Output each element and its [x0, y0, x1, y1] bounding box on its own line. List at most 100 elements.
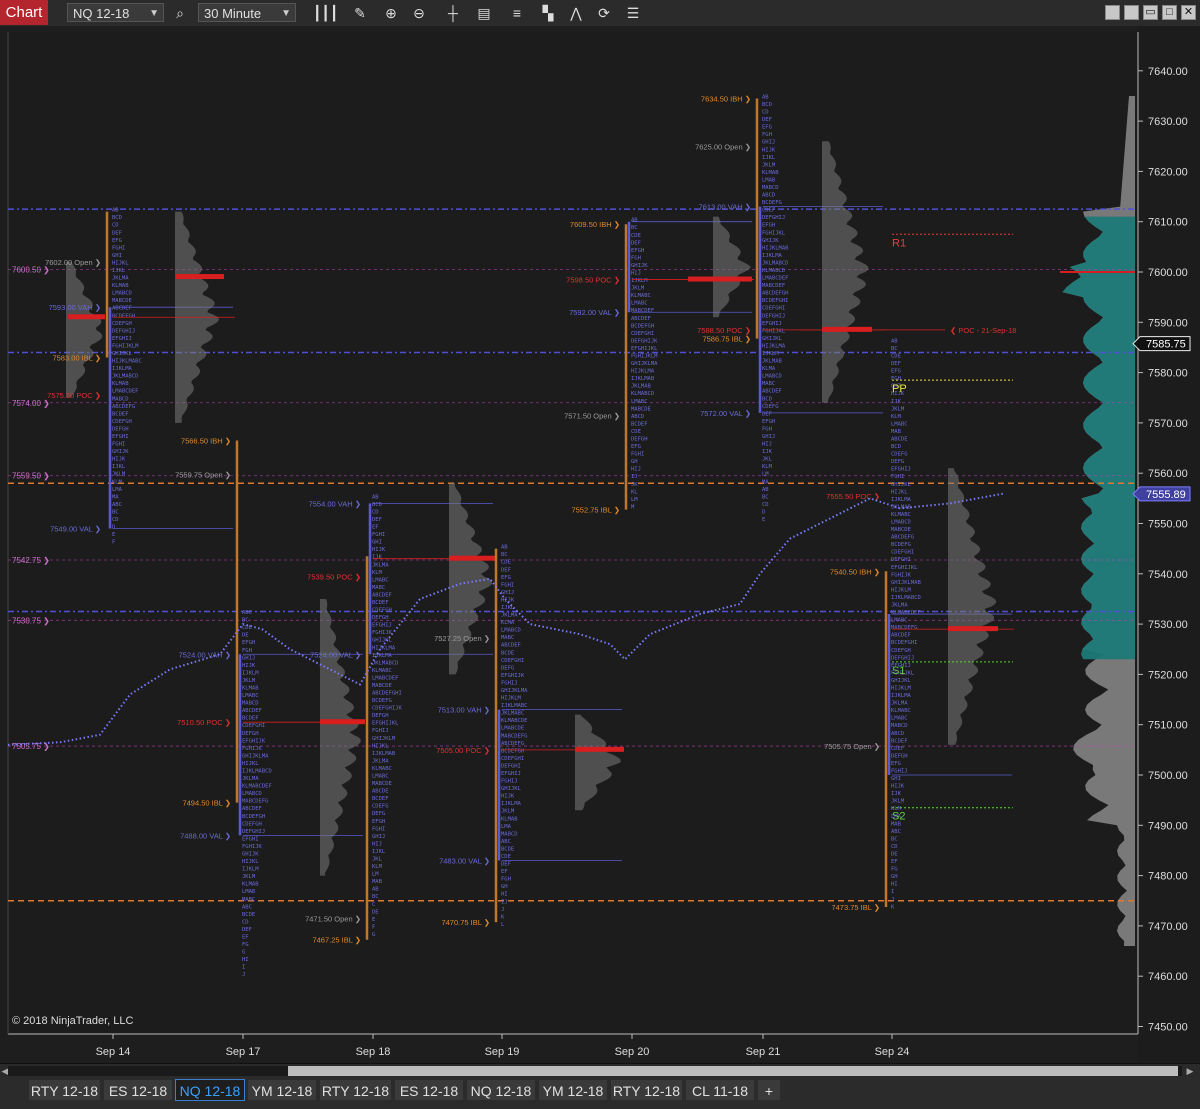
- tpo-row: F: [112, 540, 115, 546]
- tpo-row: LMABCD: [891, 520, 911, 526]
- poc-bar: [822, 326, 872, 332]
- instrument-tab[interactable]: YM 12-18: [247, 1079, 317, 1101]
- tpo-row: KLMABCDEF: [891, 610, 921, 616]
- tpo-row: JKLM: [501, 809, 515, 815]
- tpo-row: HI: [242, 957, 249, 963]
- instrument-tab[interactable]: NQ 12-18: [175, 1079, 245, 1101]
- draw-pencil-icon[interactable]: ✎: [350, 3, 370, 23]
- search-icon[interactable]: ⌕: [170, 3, 190, 23]
- annotation-label: 7625.00 Open ❯: [695, 142, 751, 151]
- tpo-row: LMA: [112, 487, 123, 493]
- interval-selector[interactable]: 30 Minute ▼: [198, 3, 296, 22]
- tpo-row: ABCDEFG: [501, 741, 524, 747]
- tpo-row: GHIJKL: [112, 351, 133, 357]
- tpo-row: IJ: [501, 899, 508, 905]
- tpo-row: LM: [631, 497, 638, 503]
- tpo-row: LMABC: [242, 693, 259, 699]
- instrument-tab[interactable]: RTY 12-18: [610, 1079, 683, 1101]
- annotation-label: 7524.00 VAL ❯: [310, 650, 361, 659]
- chart-title-label[interactable]: Chart: [0, 0, 48, 25]
- restore-icon[interactable]: [1124, 5, 1139, 20]
- chart-panel[interactable]: 7640.00 7630.00 7620.00 7610.00 7600.00 7590.…: [0, 26, 1200, 1063]
- tpo-row: FGHIJ: [891, 768, 908, 774]
- tpo-row: JKLM: [112, 472, 126, 478]
- tpo-row: EFGH: [762, 419, 775, 425]
- tpo-row: BCDEFGH: [112, 313, 135, 319]
- instrument-tab[interactable]: YM 12-18: [538, 1079, 608, 1101]
- tpo-row: BC: [112, 509, 119, 515]
- tpo-row: FGH: [762, 132, 772, 138]
- tpo-row: HIJ: [631, 467, 641, 473]
- strategies-icon[interactable]: ▚: [538, 3, 558, 23]
- tpo-row: DEFGH: [242, 731, 259, 737]
- minimize-icon[interactable]: [1105, 5, 1120, 20]
- poc-bar: [575, 746, 624, 752]
- tpo-row: IJK: [372, 555, 383, 561]
- instrument-tab[interactable]: ES 12-18: [394, 1079, 464, 1101]
- market-profile-chart[interactable]: 7640.00 7630.00 7620.00 7610.00 7600.00 7590.…: [0, 26, 1200, 1063]
- price-tick-label: 7570.00: [1148, 418, 1188, 430]
- tpo-row: JKLM: [242, 874, 256, 880]
- tpo-row: JKLMAB: [762, 359, 783, 365]
- tpo-row: JKLMAB: [891, 504, 912, 510]
- indicators-icon[interactable]: ≡: [507, 3, 527, 23]
- horizontal-scrollbar[interactable]: ◀ ▶: [0, 1063, 1200, 1078]
- tpo-row: BCDEF: [112, 411, 129, 417]
- tpo-row: BC: [501, 552, 508, 558]
- instrument-tab[interactable]: RTY 12-18: [28, 1079, 101, 1101]
- window-close-icon[interactable]: ✕: [1181, 5, 1196, 20]
- tpo-row: CD: [112, 223, 119, 229]
- tpo-row: JKLMA: [891, 701, 908, 707]
- tpo-row: IJKLM: [242, 867, 259, 873]
- instrument-tab[interactable]: NQ 12-18: [466, 1079, 536, 1101]
- scroll-right-icon[interactable]: ▶: [1185, 1065, 1195, 1077]
- tpo-row: AB: [762, 487, 769, 493]
- tpo-row: CD: [891, 844, 898, 850]
- zoom-in-icon[interactable]: ⊕: [381, 3, 401, 23]
- instrument-tab[interactable]: CL 11-18: [685, 1079, 755, 1101]
- instrument-tab[interactable]: RTY 12-18: [319, 1079, 392, 1101]
- tpo-row: FGH: [762, 426, 772, 432]
- tpo-row: EFGH: [762, 223, 775, 229]
- price-tick-label: 7640.00: [1148, 66, 1188, 78]
- tpo-row: DEF: [762, 411, 772, 417]
- add-tab-button[interactable]: +: [757, 1079, 781, 1101]
- pivot-label: S1: [892, 665, 905, 677]
- tpo-row: KLMAB: [242, 685, 259, 691]
- tpo-row: ABCDEF: [891, 633, 911, 639]
- tpo-row: EFGHIJKL: [631, 346, 658, 352]
- pivot-label: S2: [892, 811, 905, 823]
- left-level-tag: 7530.75 ❯: [12, 616, 50, 625]
- tpo-row: BCD: [762, 102, 772, 108]
- tpo-row: HIJKLMA: [372, 645, 396, 651]
- price-tick-label: 7620.00: [1148, 166, 1188, 178]
- bar-type-icon[interactable]: ┃┃┃: [313, 3, 338, 23]
- crosshair-icon[interactable]: ┼: [443, 3, 463, 23]
- tpo-row: ABC: [501, 839, 511, 845]
- tpo-row: E: [762, 517, 765, 523]
- tpo-row: MABCD: [762, 185, 779, 191]
- scroll-thumb[interactable]: [288, 1066, 1178, 1076]
- close-icon[interactable]: □: [1162, 5, 1177, 20]
- maximize-icon[interactable]: ▭: [1143, 5, 1158, 20]
- tpo-row: GHIJ: [762, 434, 775, 440]
- annotation-label: 7552.75 IBL ❯: [571, 506, 620, 515]
- tpo-row: DEF: [762, 117, 772, 123]
- copyright-text: © 2018 NinjaTrader, LLC: [12, 1015, 133, 1027]
- zoom-out-icon[interactable]: ⊖: [409, 3, 429, 23]
- tpo-row: FGHI: [501, 582, 514, 588]
- tpo-row: CDE: [891, 354, 901, 360]
- instrument-selector[interactable]: NQ 12-18 ▼: [67, 3, 164, 22]
- annotation-label: 7586.75 IBL ❯: [702, 335, 751, 344]
- tpo-row: KLMABCD: [762, 268, 785, 274]
- instrument-tab[interactable]: ES 12-18: [103, 1079, 173, 1101]
- chart-trader-icon[interactable]: ⋀: [566, 3, 586, 23]
- poc-note-label: ❮ POC - 21-Sep-18: [950, 326, 1016, 335]
- tpo-row: EFGH: [372, 819, 385, 825]
- tpo-row: AB: [631, 218, 638, 224]
- reload-icon[interactable]: ⟳: [594, 3, 614, 23]
- tpo-row: IJKLMA: [891, 497, 912, 503]
- tpo-row: MA: [112, 494, 119, 500]
- data-box-icon[interactable]: ▤: [474, 3, 494, 23]
- properties-icon[interactable]: ☰: [623, 3, 643, 23]
